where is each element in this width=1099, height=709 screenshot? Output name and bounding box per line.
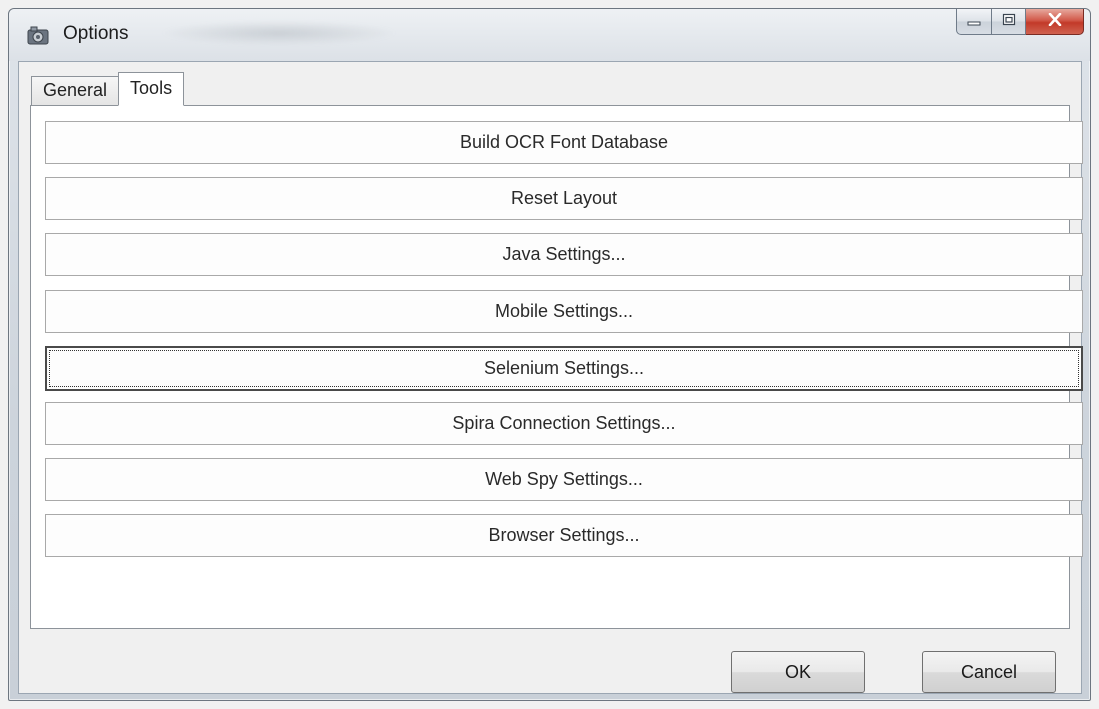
- tab-strip: General Tools: [31, 72, 185, 106]
- tab-general[interactable]: General: [31, 76, 119, 106]
- options-dialog: Options General Tools Build OCR Font Dat…: [8, 8, 1091, 701]
- java-settings-button[interactable]: Java Settings...: [45, 233, 1083, 276]
- caption-buttons: [956, 9, 1084, 35]
- cancel-button[interactable]: Cancel: [922, 651, 1056, 693]
- minimize-icon: [967, 13, 981, 31]
- window-title: Options: [63, 23, 129, 44]
- close-icon: [1048, 12, 1062, 30]
- minimize-button[interactable]: [956, 9, 992, 35]
- tab-tools[interactable]: Tools: [118, 72, 185, 106]
- selenium-settings-button[interactable]: Selenium Settings...: [45, 346, 1083, 391]
- title-bar[interactable]: Options: [9, 9, 1090, 61]
- dialog-client-area: General Tools Build OCR Font Database Re…: [18, 61, 1083, 694]
- maximize-icon: [1002, 13, 1016, 31]
- options-gear-icon: [27, 26, 49, 46]
- dialog-button-bar: OK Cancel: [19, 629, 1081, 693]
- ok-button[interactable]: OK: [731, 651, 865, 693]
- spira-connection-settings-button[interactable]: Spira Connection Settings...: [45, 402, 1083, 445]
- mobile-settings-button[interactable]: Mobile Settings...: [45, 290, 1083, 333]
- reset-layout-button[interactable]: Reset Layout: [45, 177, 1083, 220]
- close-button[interactable]: [1026, 9, 1084, 35]
- browser-settings-button[interactable]: Browser Settings...: [45, 514, 1083, 557]
- tools-tab-panel: Build OCR Font Database Reset Layout Jav…: [30, 105, 1083, 629]
- build-ocr-font-database-button[interactable]: Build OCR Font Database: [45, 121, 1083, 164]
- web-spy-settings-button[interactable]: Web Spy Settings...: [45, 458, 1083, 501]
- maximize-button[interactable]: [992, 9, 1026, 35]
